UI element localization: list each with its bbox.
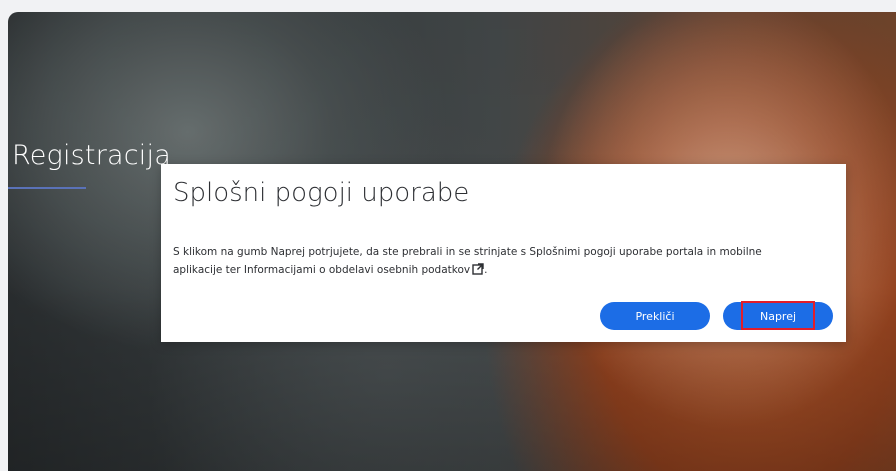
dialog-title: Splošni pogoji uporabe bbox=[173, 178, 470, 208]
dialog-body-line1: S klikom na gumb Naprej potrjujete, da s… bbox=[173, 246, 762, 258]
next-button[interactable]: Naprej bbox=[723, 302, 833, 330]
dialog-body: S klikom na gumb Naprej potrjujete, da s… bbox=[173, 243, 823, 279]
external-link-icon[interactable] bbox=[472, 263, 484, 275]
privacy-info-link[interactable]: aplikacije ter Informacijami o obdelavi … bbox=[173, 264, 470, 276]
page-title: Registracija bbox=[12, 140, 171, 171]
cancel-button[interactable]: Prekliči bbox=[600, 302, 710, 330]
page: Registracija Splošni pogoji uporabe S kl… bbox=[0, 0, 896, 471]
title-underline bbox=[8, 187, 86, 189]
dialog-body-end: . bbox=[484, 264, 488, 276]
terms-dialog: Splošni pogoji uporabe S klikom na gumb … bbox=[161, 164, 846, 342]
